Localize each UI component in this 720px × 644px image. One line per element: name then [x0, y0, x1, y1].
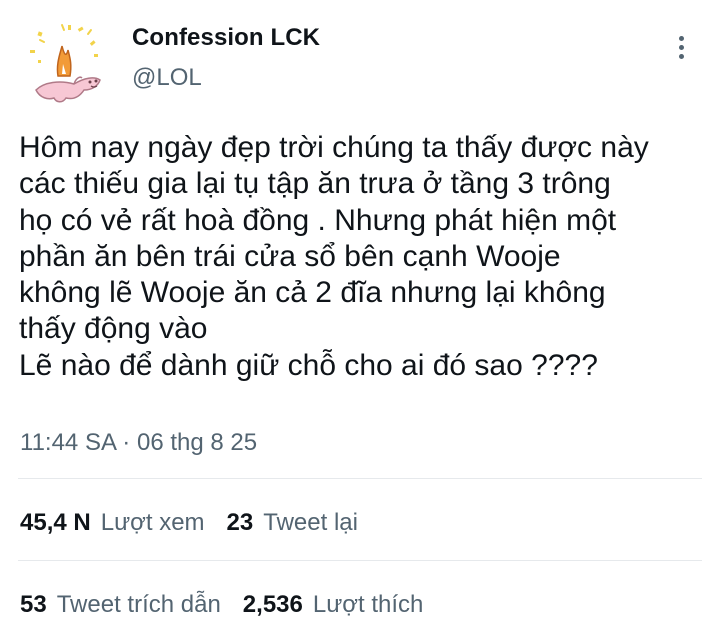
tweet-timestamp[interactable]: 11:44 SA · 06 thg 8 25 [20, 429, 257, 457]
tweet-text-line: Lẽ nào để dành giữ chỗ cho ai đó sao ???… [19, 348, 598, 382]
author-display-name[interactable]: Confession LCK [132, 24, 320, 52]
likes-label: Lượt thích [312, 591, 424, 618]
divider [18, 560, 702, 561]
tweet-text-line: phần ăn bên trái cửa sổ bên cạnh Wooje [19, 239, 561, 273]
avatar-illustration [30, 24, 101, 103]
tweet-text-line: không lẽ Wooje ăn cả 2 đĩa nhưng lại khô… [19, 276, 606, 310]
likes-stat[interactable]: 2,536 Lượt thích [243, 591, 424, 619]
divider [18, 478, 702, 479]
author-handle[interactable]: @LOL [132, 64, 320, 92]
tweet-text-line: các thiếu gia lại tụ tập ăn trưa ở tầng … [19, 167, 611, 201]
tweet-text-line: thấy động vào [19, 312, 208, 346]
more-vertical-icon [678, 35, 684, 59]
author-block: Confession LCK @LOL [132, 24, 320, 92]
views-stat[interactable]: 45,4 N Lượt xem [20, 509, 205, 537]
views-label: Lượt xem [100, 509, 205, 536]
tweet-text-line: Hôm nay ngày đẹp trời chúng ta thấy được… [19, 131, 649, 164]
retweets-count: 23 [226, 509, 254, 536]
more-options-button[interactable] [666, 30, 696, 64]
stats-row-1: 45,4 N Lượt xem 23 Tweet lại [20, 509, 380, 537]
views-count: 45,4 N [20, 509, 91, 536]
tweet-text-line: họ có vẻ rất hoà đồng . Nhưng phát hiện … [19, 203, 617, 237]
avatar[interactable] [18, 20, 116, 118]
quotes-label: Tweet trích dẫn [56, 591, 221, 618]
retweets-label: Tweet lại [263, 509, 358, 536]
likes-count: 2,536 [242, 591, 303, 618]
retweets-stat[interactable]: 23 Tweet lại [227, 509, 358, 537]
quotes-stat[interactable]: 53 Tweet trích dẫn [20, 591, 221, 619]
tweet-text: Hôm nay ngày đẹp trời chúng ta thấy được… [19, 130, 719, 384]
quotes-count: 53 [20, 591, 47, 618]
tweet-detail: Confession LCK @LOL Hôm nay ngày đẹp trờ… [0, 0, 720, 644]
stats-row-2: 53 Tweet trích dẫn 2,536 Lượt thích [20, 591, 445, 619]
